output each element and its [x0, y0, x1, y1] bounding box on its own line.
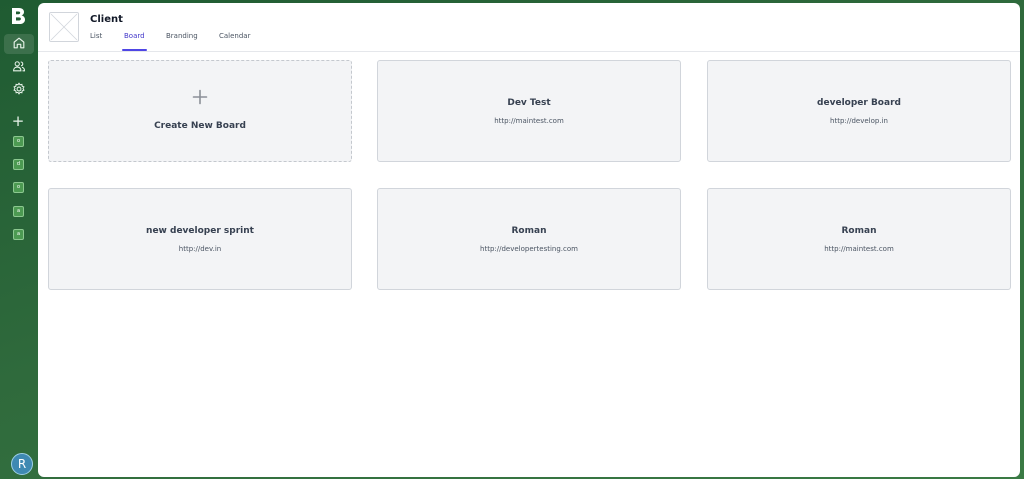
tab-calendar[interactable]: Calendar	[219, 32, 250, 52]
tab-list[interactable]: List	[90, 32, 102, 52]
nav-home-button[interactable]	[4, 34, 34, 54]
workspace-badge[interactable]: o	[13, 182, 24, 193]
image-placeholder-icon	[50, 13, 78, 41]
create-board-card[interactable]: Create New Board	[48, 60, 352, 162]
app-logo[interactable]	[10, 7, 26, 25]
board-card[interactable]: developer Board http://develop.in	[707, 60, 1011, 162]
board-name: Roman	[841, 226, 877, 236]
board-url: http://develop.in	[830, 117, 888, 125]
board-name: Dev Test	[507, 98, 551, 108]
board-url: http://developertesting.com	[480, 245, 578, 253]
nav-users-button[interactable]	[4, 57, 34, 77]
plus-icon	[49, 89, 351, 107]
board-url: http://maintest.com	[494, 117, 564, 125]
workspace-badge[interactable]: d	[13, 159, 24, 170]
board-url: http://dev.in	[178, 245, 222, 253]
board-url: http://maintest.com	[824, 245, 894, 253]
tab-board[interactable]: Board	[122, 32, 147, 52]
gear-icon	[12, 81, 26, 100]
sidebar: + o d o a a R	[0, 0, 37, 479]
client-header: Client List Board Branding Calendar	[38, 3, 1020, 52]
board-card[interactable]: new developer sprint http://dev.in	[48, 188, 352, 290]
main-panel: Client List Board Branding Calendar Crea…	[38, 3, 1020, 477]
users-icon	[12, 58, 26, 77]
board-name: developer Board	[817, 98, 901, 108]
workspace-badge[interactable]: a	[13, 206, 24, 217]
user-avatar[interactable]: R	[11, 453, 33, 475]
board-name: new developer sprint	[146, 226, 254, 236]
tab-branding[interactable]: Branding	[166, 32, 198, 52]
workspace-badge[interactable]: a	[13, 229, 24, 240]
board-card[interactable]: Dev Test http://maintest.com	[377, 60, 681, 162]
board-card[interactable]: Roman http://developertesting.com	[377, 188, 681, 290]
nav-settings-button[interactable]	[4, 80, 34, 100]
create-board-label: Create New Board	[154, 121, 246, 131]
add-workspace-button[interactable]: +	[10, 114, 26, 129]
client-image-placeholder	[49, 12, 79, 42]
board-card[interactable]: Roman http://maintest.com	[707, 188, 1011, 290]
workspace-badge[interactable]: o	[13, 136, 24, 147]
board-name: Roman	[511, 226, 547, 236]
home-icon	[12, 35, 26, 54]
page-title: Client	[90, 14, 123, 25]
